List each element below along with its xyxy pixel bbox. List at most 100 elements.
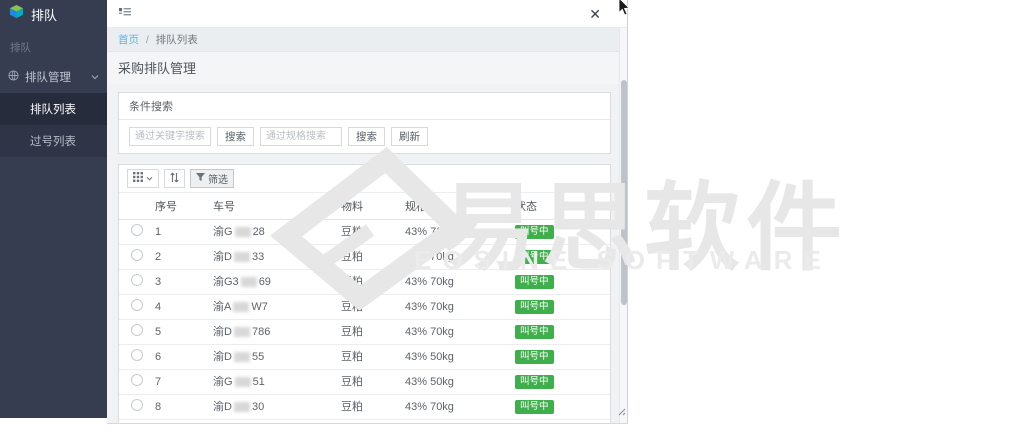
filter-funnel-icon: [196, 173, 205, 185]
row-plate: 渝G369: [207, 270, 335, 295]
sidebar-section-label: 排队: [0, 28, 107, 61]
row-radio[interactable]: [131, 324, 143, 336]
sidebar-item-queue-list[interactable]: 排队列表: [0, 93, 107, 125]
resize-grip[interactable]: [616, 403, 626, 421]
keyword-search-button[interactable]: 搜索: [217, 127, 254, 146]
row-status: 叫号中: [509, 220, 610, 245]
row-status: 叫号中: [509, 370, 610, 395]
column-header: 车号: [207, 193, 335, 220]
row-plate: 渝G51: [207, 370, 335, 395]
search-card: 条件搜索 搜索 搜索 刷新: [118, 92, 611, 154]
panel-topbar: ✕: [107, 0, 627, 28]
row-number: 8: [149, 395, 207, 420]
row-plate: 渝D55: [207, 345, 335, 370]
status-badge: 叫号中: [515, 250, 554, 264]
breadcrumb-current: 排队列表: [156, 34, 198, 46]
plate-suffix: 786: [252, 326, 270, 338]
row-material: 豆粕: [335, 295, 399, 320]
redaction-blur: [235, 227, 251, 237]
row-material: 豆粕: [335, 395, 399, 420]
table-header-row: 序号车号物料规格状态: [119, 193, 610, 220]
row-spec: 43% 70kg: [399, 220, 509, 245]
filter-button-label: 筛选: [208, 171, 228, 186]
sidebar-item-label: 排队管理: [25, 69, 71, 85]
row-material: 豆粕: [335, 245, 399, 270]
sidebar-submenu: 排队列表 过号列表: [0, 93, 107, 157]
row-radio[interactable]: [131, 224, 143, 236]
columns-button[interactable]: [127, 169, 159, 188]
spec-search-button[interactable]: 搜索: [348, 127, 385, 146]
refresh-button[interactable]: 刷新: [391, 127, 428, 146]
keyword-search-input[interactable]: [129, 127, 211, 146]
plate-prefix: 渝A: [213, 301, 231, 313]
plate-prefix: 渝G: [213, 226, 233, 238]
breadcrumb-separator: /: [146, 34, 149, 46]
plate-suffix: W7: [251, 301, 268, 313]
row-status: 叫号中: [509, 245, 610, 270]
plate-prefix: 渝D: [213, 251, 232, 263]
table-row[interactable]: 5 渝D786 豆粕 43% 70kg 叫号中: [119, 320, 610, 345]
table-row[interactable]: 2 渝D33 豆粕 43% 70kg 叫号中: [119, 245, 610, 270]
column-header: 规格: [399, 193, 509, 220]
sidebar-item-queue-management[interactable]: 排队管理: [0, 61, 107, 93]
table-row[interactable]: 6 渝D55 豆粕 43% 50kg 叫号中: [119, 345, 610, 370]
row-radio[interactable]: [131, 274, 143, 286]
spec-search-input[interactable]: [260, 127, 342, 146]
page-title: 采购排队管理: [107, 52, 619, 84]
status-badge: 叫号中: [515, 375, 554, 389]
plate-suffix: 28: [253, 226, 265, 238]
row-plate: 渝D33: [207, 245, 335, 270]
table-row[interactable]: 8 渝D30 豆粕 43% 70kg 叫号中: [119, 395, 610, 420]
row-plate: 渝D 30: [207, 395, 335, 420]
row-material: 豆粕: [335, 270, 399, 295]
row-plate: 渝G 28: [207, 220, 335, 245]
row-number: 5: [149, 320, 207, 345]
table-row[interactable]: 3 渝G369 豆粕 43% 70kg 叫号中: [119, 270, 610, 295]
status-badge: 叫号中: [515, 225, 554, 239]
radio-column-header: [119, 193, 149, 220]
row-plate: 川B743: [207, 420, 335, 425]
status-badge: 叫号中: [515, 300, 554, 314]
close-icon[interactable]: ✕: [589, 7, 601, 21]
plate-prefix: 渝D: [213, 326, 232, 338]
row-radio[interactable]: [131, 374, 143, 386]
plate-suffix: 51: [253, 376, 265, 388]
status-badge: 叫号中: [515, 400, 554, 414]
row-radio[interactable]: [131, 299, 143, 311]
row-radio[interactable]: [131, 349, 143, 361]
row-spec: 43% 50kg: [399, 345, 509, 370]
collapse-menu-icon[interactable]: [119, 5, 131, 23]
globe-icon: [8, 70, 19, 84]
sidebar-item-passed-list[interactable]: 过号列表: [0, 125, 107, 157]
table-row[interactable]: 9 川B743 豆粕 43% 70kg 叫号中: [119, 420, 610, 425]
column-header: 物料: [335, 193, 399, 220]
scrollbar-thumb[interactable]: [621, 80, 627, 305]
breadcrumb-home-link[interactable]: 首页: [118, 34, 139, 46]
row-spec: 43% 70kg: [399, 320, 509, 345]
row-spec: 43% 70kg: [399, 420, 509, 425]
plate-suffix: 30: [252, 401, 264, 413]
vertical-scrollbar[interactable]: [619, 28, 627, 423]
status-badge: 叫号中: [515, 350, 554, 364]
table-row[interactable]: 4 渝AW7 豆粕 43% 70kg 叫号中: [119, 295, 610, 320]
row-number: 9: [149, 420, 207, 425]
table-row[interactable]: 7 渝G51 豆粕 43% 50kg 叫号中: [119, 370, 610, 395]
row-status: 叫号中: [509, 295, 610, 320]
filter-button[interactable]: 筛选: [190, 169, 234, 188]
redaction-blur: [234, 252, 250, 262]
row-material: 豆粕: [335, 420, 399, 425]
sort-button[interactable]: [164, 169, 185, 188]
row-number: 3: [149, 270, 207, 295]
breadcrumb: 首页 / 排队列表: [107, 28, 619, 52]
row-radio[interactable]: [131, 399, 143, 411]
row-material: 豆粕: [335, 370, 399, 395]
redaction-blur: [234, 402, 250, 412]
row-radio[interactable]: [131, 249, 143, 261]
plate-prefix: 渝D: [213, 351, 232, 363]
plate-prefix: 渝D: [213, 401, 232, 413]
row-spec: 43% 70kg: [399, 270, 509, 295]
redaction-blur: [235, 377, 251, 387]
status-badge: 叫号中: [515, 275, 554, 289]
row-status: 叫号中: [509, 420, 610, 425]
table-row[interactable]: 1 渝G28 豆粕 43% 70kg 叫号中: [119, 220, 610, 245]
